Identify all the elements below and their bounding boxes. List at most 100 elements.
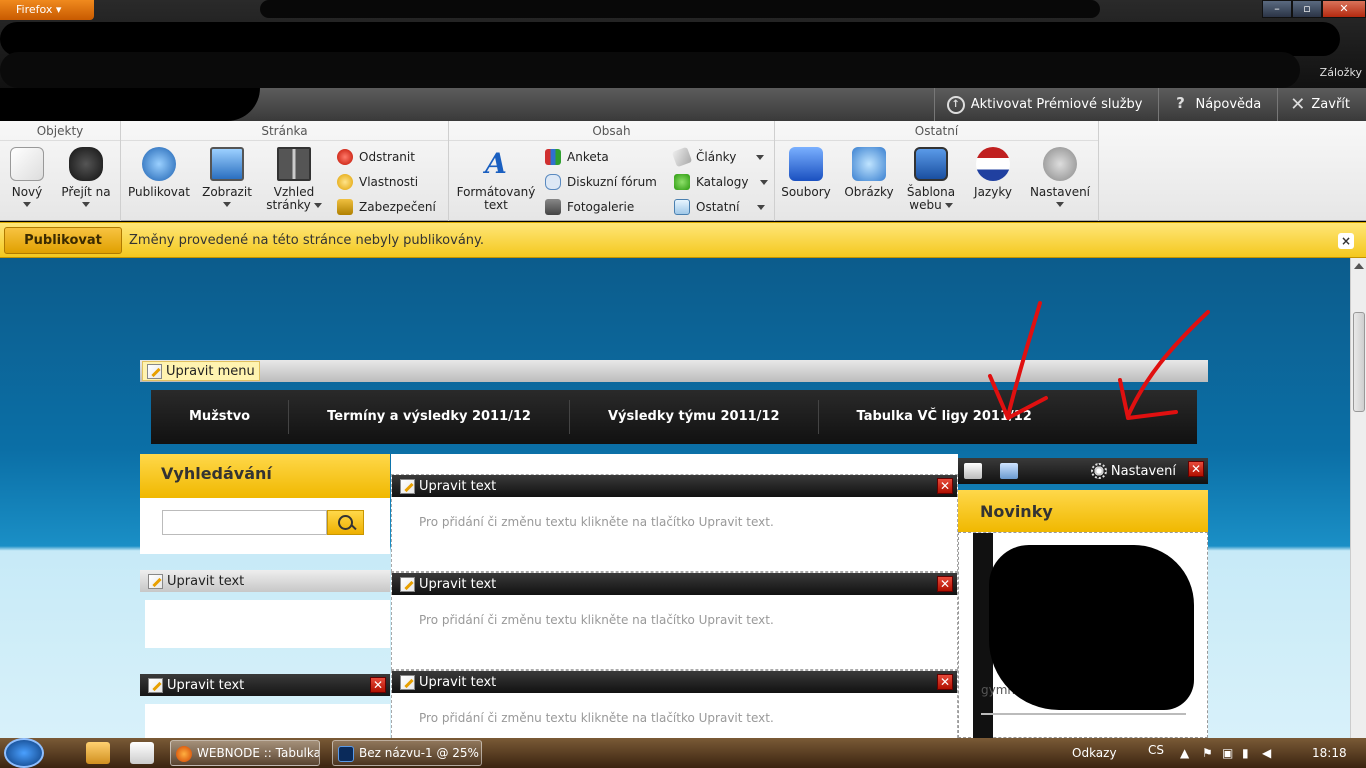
delete-icon[interactable]: ✕ — [937, 576, 953, 592]
edit-text-button[interactable]: Upravit text — [396, 574, 500, 594]
question-icon: ? — [1176, 93, 1185, 112]
search-input[interactable] — [162, 510, 327, 535]
settings-ribbon-button[interactable]: Nastavení — [1024, 147, 1096, 207]
articles-button[interactable]: Články — [671, 146, 765, 168]
security-button[interactable]: Zabezpečení — [337, 197, 436, 217]
monitor-icon — [210, 147, 244, 181]
activate-premium-button[interactable]: ↑ Aktivovat Prémiové služby — [933, 88, 1159, 121]
ribbon-group-objects: Objekty Nový Přejít na — [0, 121, 121, 221]
page-layout-button[interactable]: Vzhled stránky — [258, 147, 330, 212]
box-settings-button[interactable]: Nastavení — [1090, 463, 1176, 479]
formatted-text-button[interactable]: A Formátovaný text — [453, 147, 539, 212]
redaction-scribble — [0, 52, 1300, 88]
clock[interactable]: 18:18 — [1312, 746, 1347, 760]
top-bar-actions: ↑ Aktivovat Prémiové služby ? Nápověda ✕… — [933, 88, 1366, 121]
maximize-icon[interactable]: ▫ — [1292, 0, 1322, 18]
layout-icon — [277, 147, 311, 181]
placeholder-text: Pro přidání či změnu textu klikněte na t… — [419, 515, 774, 529]
page-scrollbar[interactable] — [1350, 258, 1366, 738]
media-player-icon[interactable] — [130, 742, 154, 764]
edit-menu-button[interactable]: Upravit menu — [142, 361, 260, 381]
wrench-icon — [1043, 147, 1077, 181]
window-icon — [674, 199, 690, 215]
nav-item-schedule[interactable]: Termíny a výsledky 2011/12 — [289, 400, 570, 434]
puzzle-icon — [674, 174, 690, 190]
red-arrow-annotations — [988, 301, 1210, 420]
flag-icon[interactable]: ⚑ — [1202, 746, 1213, 760]
task-photoshop[interactable]: Bez názvu-1 @ 25% (... — [332, 740, 482, 766]
view-button[interactable]: Zobrazit — [191, 147, 263, 207]
text-block: Upravit text ✕ Pro přidání či změnu text… — [391, 670, 958, 738]
display-icon[interactable]: ▣ — [1222, 746, 1233, 760]
layers-icon[interactable] — [1000, 463, 1018, 479]
page-canvas: Upravit menu Mužstvo Termíny a výsledky … — [0, 258, 1350, 738]
edit-text-button[interactable]: Upravit text — [396, 476, 500, 496]
flags-icon — [976, 147, 1010, 181]
notification-message: Změny provedené na této stránce nebyly p… — [129, 233, 484, 248]
delete-icon[interactable]: ✕ — [370, 677, 386, 693]
news-box: gymnázia — [958, 532, 1208, 738]
lock-icon — [337, 199, 353, 215]
signal-icon[interactable]: ▮ — [1242, 746, 1249, 760]
delete-icon[interactable]: ✕ — [937, 478, 953, 494]
search-title: Vyhledávání — [140, 454, 390, 498]
content-header-space — [391, 454, 958, 474]
poll-button[interactable]: Anketa — [545, 147, 609, 167]
edit-text-button[interactable]: Upravit text — [144, 675, 248, 695]
catalogs-button[interactable]: Katalogy — [674, 172, 769, 192]
languages-button[interactable]: Jazyky — [957, 147, 1029, 199]
photoshop-icon — [338, 746, 354, 762]
forum-button[interactable]: Diskuzní fórum — [545, 172, 657, 192]
browser-chrome: Firefox ▾ – ▫ ✕ Záložky — [0, 0, 1366, 88]
nav-item-team-results[interactable]: Výsledky týmu 2011/12 — [570, 400, 819, 434]
chat-bubble-icon — [545, 174, 561, 190]
close-editor-button[interactable]: ✕ Zavřít — [1277, 88, 1366, 121]
add-box-icon[interactable] — [964, 463, 982, 479]
volume-muted-icon[interactable]: ◀ — [1262, 746, 1271, 760]
gallery-button[interactable]: Fotogalerie — [545, 197, 634, 217]
explorer-icon[interactable] — [86, 742, 110, 764]
edit-text-button[interactable]: Upravit text — [396, 672, 500, 692]
left-text-edit-bar: Upravit text — [140, 570, 390, 592]
new-page-icon — [10, 147, 44, 181]
publish-button[interactable]: Publikovat — [4, 227, 122, 254]
tag-icon — [671, 146, 693, 168]
search-icon[interactable] — [327, 510, 364, 535]
language-indicator[interactable]: CS — [1148, 743, 1164, 757]
files-button[interactable]: Soubory — [770, 147, 842, 199]
task-firefox[interactable]: WEBNODE :: Tabulka... — [170, 740, 320, 766]
placeholder-text: Pro přidání či změnu textu klikněte na t… — [419, 613, 774, 627]
edit-text-button[interactable]: Upravit text — [144, 571, 248, 591]
ribbon-group-page: Stránka Publikovat Zobrazit Vzhled strán… — [121, 121, 449, 221]
other-content-button[interactable]: Ostatní — [674, 197, 766, 217]
close-notification-icon[interactable]: × — [1338, 233, 1354, 249]
publish-ribbon-button[interactable]: Publikovat — [123, 147, 195, 199]
remove-button[interactable]: Odstranit — [337, 147, 415, 167]
tray-up-icon[interactable]: ▲ — [1180, 746, 1189, 760]
image-icon — [852, 147, 886, 181]
globe-pen-icon — [142, 147, 176, 181]
gear-icon — [337, 174, 353, 190]
unpublished-notification: Publikovat Změny provedené na této strán… — [0, 222, 1366, 258]
placeholder-text: Pro přidání či změnu textu klikněte na t… — [419, 711, 774, 725]
camera-icon — [545, 199, 561, 215]
left-text-edit-bar: Upravit text ✕ — [140, 674, 390, 696]
firefox-icon — [176, 746, 192, 762]
scroll-up-icon[interactable] — [1354, 263, 1364, 269]
windows-start-icon[interactable] — [4, 738, 44, 768]
nav-item-team[interactable]: Mužstvo — [151, 400, 290, 434]
delete-icon[interactable]: ✕ — [937, 674, 953, 690]
minimize-icon[interactable]: – — [1262, 0, 1292, 18]
remove-icon — [337, 149, 353, 165]
help-button[interactable]: ? Nápověda — [1158, 88, 1277, 121]
text-block: Upravit text ✕ Pro přidání či změnu text… — [391, 474, 958, 572]
firefox-menu-button[interactable]: Firefox ▾ — [0, 0, 94, 20]
links-toolbar[interactable]: Odkazy — [1072, 746, 1117, 760]
delete-icon[interactable]: ✕ — [1188, 461, 1204, 477]
properties-button[interactable]: Vlastnosti — [337, 172, 418, 192]
bookmarks-menu[interactable]: Záložky — [1320, 66, 1362, 79]
close-window-icon[interactable]: ✕ — [1322, 0, 1366, 18]
goto-button[interactable]: Přejít na — [50, 147, 122, 207]
scroll-thumb[interactable] — [1353, 312, 1365, 412]
close-icon: ✕ — [1290, 94, 1306, 115]
